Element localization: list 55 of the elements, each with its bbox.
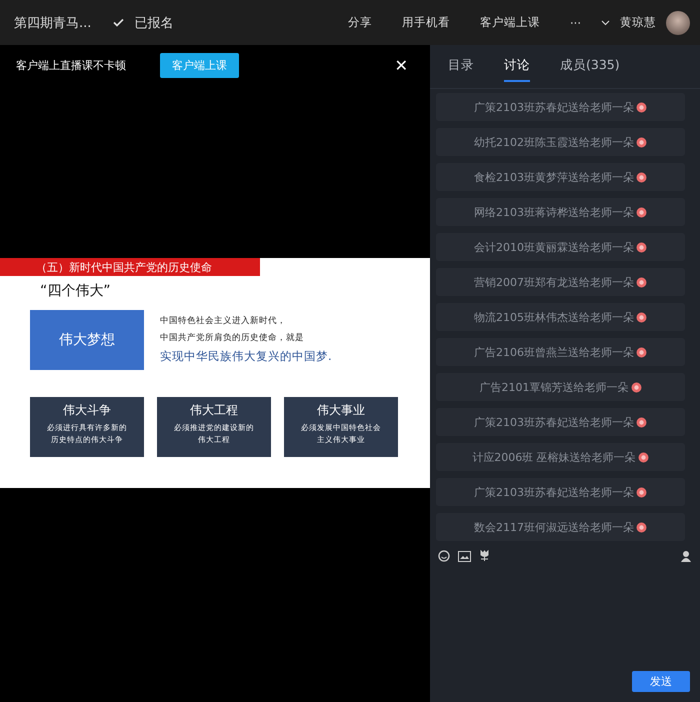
chat-message: 广告2101覃锦芳送给老师一朵 [436,373,685,401]
slide-text: 中国特色社会主义进入新时代， [160,315,287,327]
header-action[interactable]: 客户端上课 [470,15,550,30]
chat-message: 广策2103班苏春妃送给老师一朵 [436,408,685,436]
card-title: 伟大工程 [190,402,238,419]
flower-icon [636,136,647,148]
flower-icon [636,522,647,532]
slide-heading: （五）新时代中国共产党的历史使命 [36,260,212,274]
chat-message: 计应2006班 巫榕妹送给老师一朵 [436,443,685,471]
flower-icon [636,102,647,112]
chat-message: 物流2105班林伟杰送给老师一朵 [436,303,685,331]
enroll-status: 已报名 [134,14,174,32]
user-avatar[interactable] [666,10,690,34]
course-title[interactable]: 第四期青马... [14,14,92,32]
flower-icon [636,172,647,182]
chat-message: 网络2103班蒋诗桦送给老师一朵 [436,198,685,226]
emoji-icon[interactable] [438,550,450,562]
panel-tab[interactable]: 讨论 [504,51,530,82]
main-concept-box: 伟大梦想 [30,310,144,370]
flower-icon [630,382,642,392]
flower-icon [636,276,647,288]
close-button[interactable]: ✕ [388,54,414,76]
chevron-icon[interactable] [601,20,610,26]
banner-text: 客户端上直播课不卡顿 [16,58,126,72]
user-icon[interactable] [680,550,692,562]
flower-icon [636,206,647,218]
slide-highlight: 实现中华民族伟大复兴的中国梦. [160,349,332,364]
slide-text: 中国共产党所肩负的历史使命，就是 [160,332,305,344]
card-title: 伟大斗争 [63,402,111,419]
flower-icon [636,242,647,252]
panel-tab[interactable]: 目录 [448,51,474,82]
flower-icon [638,452,649,462]
slide-subtitle: “四个伟大” [40,283,111,299]
card-title: 伟大事业 [317,402,365,419]
send-button[interactable]: 发送 [632,671,690,692]
chat-message: 广策2103班苏春妃送给老师一朵 [436,478,685,506]
flower-icon [636,346,647,358]
flower-icon[interactable] [479,550,490,562]
flower-icon [636,312,647,322]
image-icon[interactable] [458,550,471,562]
chat-message: 广策2103班苏春妃送给老师一朵 [436,93,685,121]
chat-message: 会计2010班黄丽霖送给老师一朵 [436,233,685,261]
user-name[interactable]: 黄琼慧 [620,15,656,30]
panel-tab[interactable]: 成员(335) [560,51,620,82]
chat-message: 营销2007班郑有龙送给老师一朵 [436,268,685,296]
header-action[interactable]: ··· [560,16,591,30]
chat-message: 食检2103班黄梦萍送给老师一朵 [436,163,685,191]
chat-message: 广告2106班曾燕兰送给老师一朵 [436,338,685,366]
check-icon [113,18,124,27]
chat-message: 数会2117班何淑远送给老师一朵 [436,513,685,541]
header-action[interactable]: 用手机看 [392,15,460,30]
header-action[interactable]: 分享 [338,15,382,30]
flower-icon [636,486,647,498]
flower-icon [636,416,647,428]
chat-message: 幼托2102班陈玉霞送给老师一朵 [436,128,685,156]
